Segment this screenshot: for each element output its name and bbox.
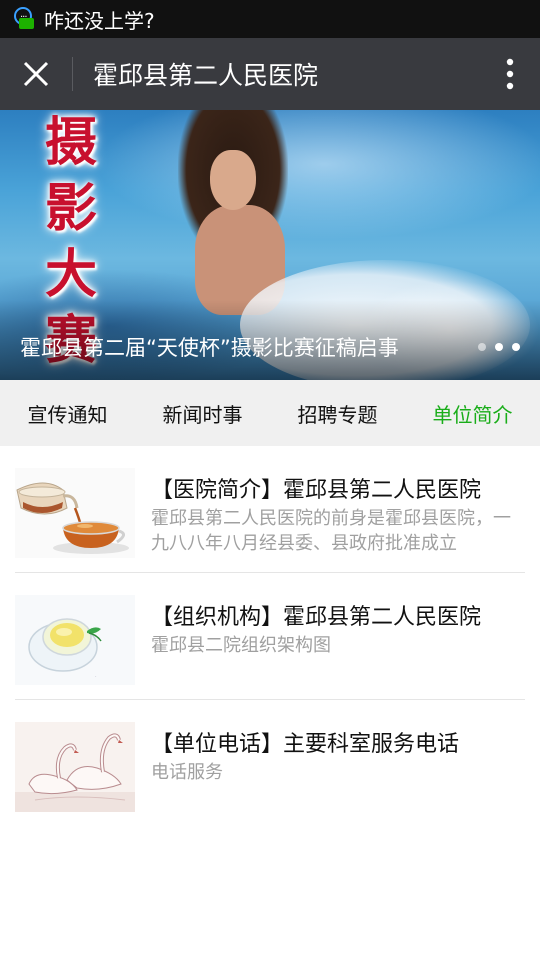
more-button[interactable] — [480, 38, 540, 110]
banner-photo-face — [210, 150, 256, 210]
tab-recruitment[interactable]: 招聘专题 — [296, 399, 380, 428]
banner-caption[interactable]: 霍邱县第二届“天使杯”摄影比赛征稿启事 — [20, 332, 399, 362]
list-item-desc: 电话服务 — [151, 762, 223, 783]
category-tabs: 宣传通知 新闻时事 招聘专题 单位简介 — [0, 380, 540, 446]
tab-news[interactable]: 新闻时事 — [161, 399, 245, 428]
page-title: 霍邱县第二人民医院 — [93, 61, 319, 90]
carousel-dot[interactable] — [512, 343, 520, 351]
carousel-dot[interactable] — [478, 343, 486, 351]
banner-headline-char: 大 — [44, 244, 97, 305]
nav-divider — [72, 57, 73, 91]
banner-headline-char: 摄 — [44, 112, 97, 173]
tea-pot-image — [15, 468, 135, 558]
list-item-title: 【医院简介】霍邱县第二人民医院 — [151, 478, 482, 503]
tab-unit-intro[interactable]: 单位简介 — [431, 399, 515, 428]
article-list: 【医院简介】霍邱县第二人民医院 霍邱县第二人民医院的前身是霍邱县医院，一九八八年… — [0, 446, 540, 827]
tea-cup-image: . — [15, 595, 135, 685]
carousel-dot-active[interactable] — [495, 343, 503, 351]
notification-text: 咋还没上学? — [44, 8, 155, 33]
more-vertical-icon — [506, 58, 514, 90]
chat-notification-icon — [12, 6, 36, 32]
list-item[interactable]: 【医院简介】霍邱县第二人民医院 霍邱县第二人民医院的前身是霍邱县医院，一九八八年… — [15, 446, 525, 573]
list-item-title: 【组织机构】霍邱县第二人民医院 — [151, 605, 482, 630]
carousel-indicator — [478, 343, 520, 351]
close-icon — [23, 61, 49, 87]
tab-promotion[interactable]: 宣传通知 — [26, 399, 110, 428]
status-bar: 咋还没上学? — [0, 0, 540, 38]
close-button[interactable] — [0, 38, 72, 110]
list-item[interactable]: . 【组织机构】霍邱县第二人民医院 霍邱县二院组织架构图 — [15, 573, 525, 700]
nav-bar: 霍邱县第二人民医院 — [0, 38, 540, 110]
banner-carousel[interactable]: 摄 影 大 赛 霍邱县第二届“天使杯”摄影比赛征稿启事 — [0, 110, 540, 380]
list-item-desc: 霍邱县二院组织架构图 — [151, 635, 331, 656]
swan-image — [15, 722, 135, 812]
list-item[interactable]: 【单位电话】主要科室服务电话 电话服务 — [15, 700, 525, 827]
banner-headline-char: 影 — [44, 178, 97, 239]
list-item-desc: 霍邱县第二人民医院的前身是霍邱县医院，一九八八年八月经县委、县政府批准成立 — [151, 508, 511, 554]
list-item-title: 【单位电话】主要科室服务电话 — [151, 732, 460, 757]
